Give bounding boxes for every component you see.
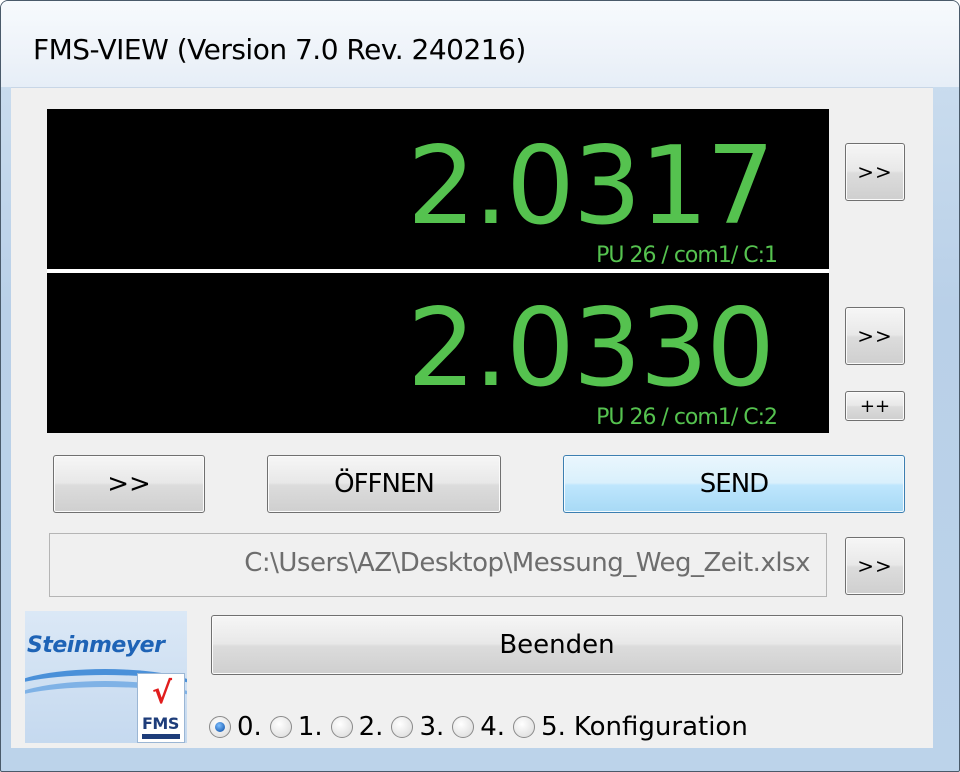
exit-button[interactable]: Beenden <box>211 615 903 675</box>
browse-file-button[interactable]: >> <box>845 537 905 595</box>
logo-fms-text: FMS <box>142 714 179 733</box>
window-title: FMS-VIEW (Version 7.0 Rev. 240216) <box>33 33 526 66</box>
configuration-radio-group: 0. 1. 2. 3. 4. 5. Konfiguration <box>209 707 756 747</box>
app-window: FMS-VIEW (Version 7.0 Rev. 240216) 2.031… <box>0 0 960 772</box>
configuration-label: Konfiguration <box>573 712 748 742</box>
checkmark-icon: √ <box>152 676 173 711</box>
config-radio-label: 2. <box>358 712 384 742</box>
measurement-display-1: 2.0317 PU 26 / com1/ C:1 <box>47 109 829 269</box>
radio-icon[interactable] <box>452 716 475 738</box>
config-radio-label: 5. <box>541 712 566 742</box>
config-radio-2[interactable]: 2. <box>330 712 384 742</box>
display-2-expand-button[interactable]: >> <box>845 307 905 365</box>
file-path-field[interactable]: C:\Users\AZ\Desktop\Messung_Weg_Zeit.xls… <box>49 533 827 597</box>
radio-checked-icon[interactable] <box>209 716 231 738</box>
config-radio-1[interactable]: 1. <box>269 712 323 742</box>
logo-brand-text: Steinmeyer <box>27 633 165 658</box>
config-radio-4[interactable]: 4. <box>452 712 505 742</box>
send-button[interactable]: SEND <box>563 455 905 513</box>
steinmeyer-logo: Steinmeyer √ FMS <box>25 611 187 743</box>
radio-icon[interactable] <box>513 716 536 738</box>
arrow-button[interactable]: >> <box>53 455 205 513</box>
add-channel-button[interactable]: ++ <box>845 391 905 421</box>
config-radio-0[interactable]: 0. <box>209 712 262 742</box>
config-radio-label: 1. <box>297 712 323 742</box>
config-radio-label: 4. <box>480 712 506 742</box>
measurement-value-2: 2.0330 <box>407 286 775 411</box>
display-1-expand-button[interactable]: >> <box>845 143 905 201</box>
channel-label-2: PU 26 / com1/ C:2 <box>596 405 778 430</box>
radio-icon[interactable] <box>391 716 414 738</box>
measurement-value-1: 2.0317 <box>407 124 775 249</box>
config-radio-label: 3. <box>419 712 445 742</box>
config-radio-label: 0. <box>237 712 262 742</box>
measurement-display-2: 2.0330 PU 26 / com1/ C:2 <box>47 273 829 433</box>
radio-icon[interactable] <box>330 716 353 738</box>
logo-stripe <box>142 734 180 739</box>
channel-label-1: PU 26 / com1/ C:1 <box>596 243 778 268</box>
title-bar[interactable]: FMS-VIEW (Version 7.0 Rev. 240216) <box>1 1 959 87</box>
config-radio-5[interactable]: 5. Konfiguration <box>513 712 748 742</box>
open-button[interactable]: ÖFFNEN <box>267 455 501 513</box>
radio-icon[interactable] <box>269 716 292 738</box>
fms-badge: √ FMS <box>137 673 185 743</box>
config-radio-3[interactable]: 3. <box>391 712 444 742</box>
